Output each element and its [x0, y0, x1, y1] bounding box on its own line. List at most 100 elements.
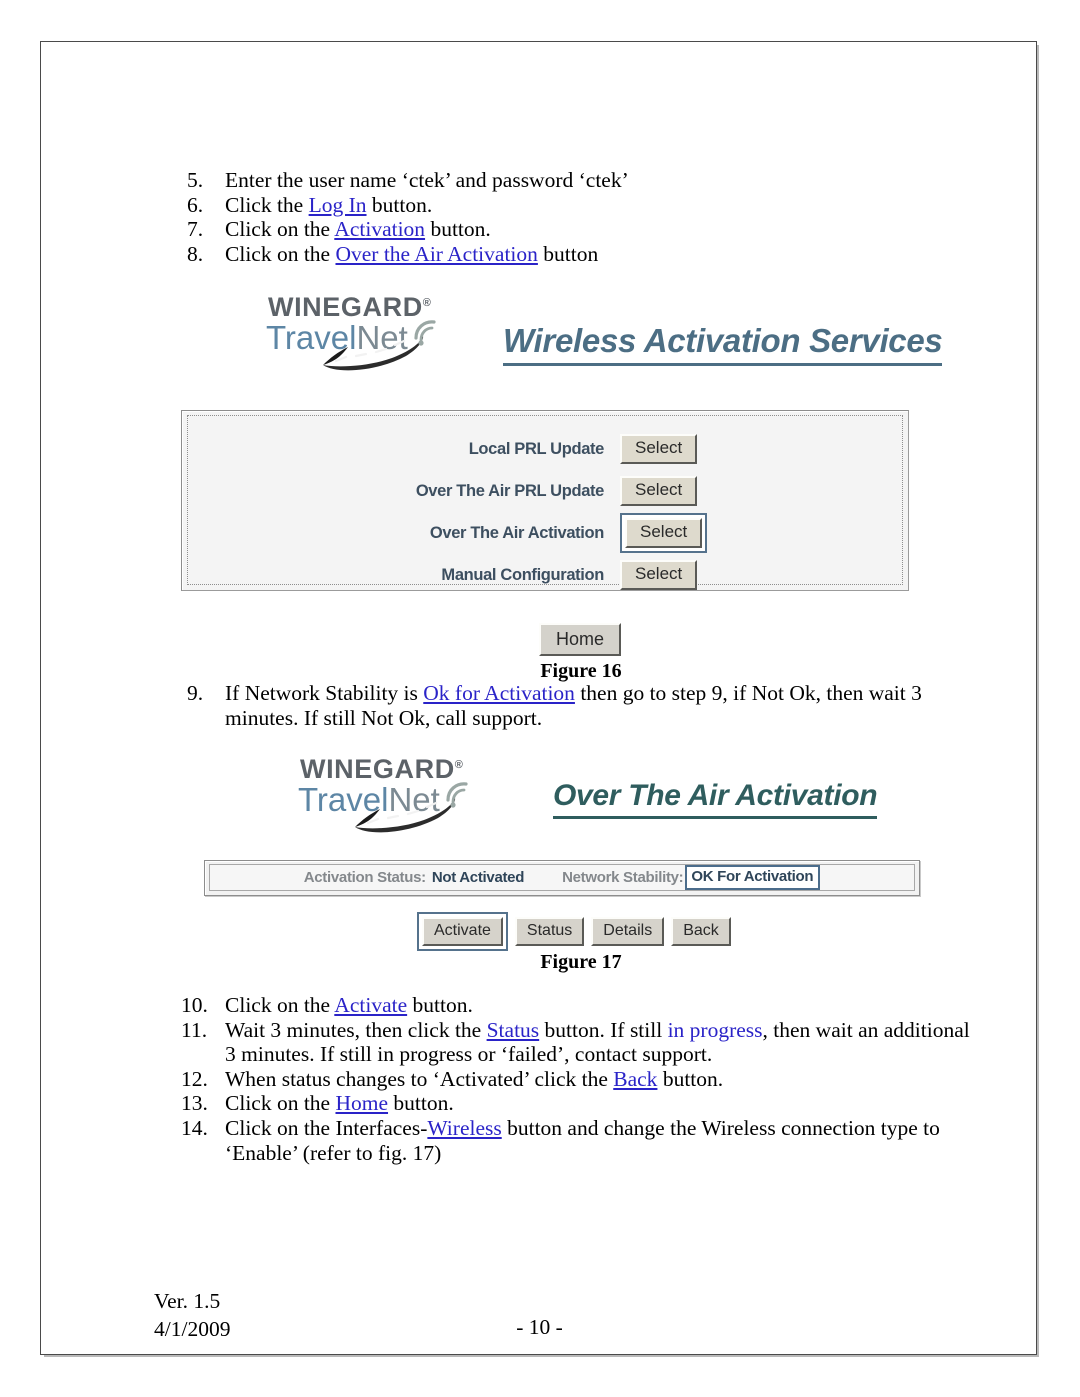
inline-text: button.: [425, 217, 491, 242]
figure-17-caption: Figure 17: [540, 951, 622, 973]
winegard-travelnet-logo-mark: WINEGARD® TravelNet: [266, 292, 481, 374]
footer-page-number: - 10 -: [516, 1315, 563, 1339]
instruction-step: 10. Click on the Activate button.: [181, 993, 981, 1018]
instruction-step-text: Click on the Interfaces-Wireless button …: [225, 1116, 981, 1165]
instruction-step-number: 10.: [181, 993, 208, 1017]
inline-link[interactable]: Activate: [334, 993, 407, 1017]
status-line: Activation Status: Not Activated Network…: [303, 864, 821, 891]
instruction-step-text: Click on the Over the Air Activation but…: [225, 242, 987, 267]
inline-text: button: [537, 241, 599, 266]
instruction-step-number: 12.: [181, 1066, 208, 1091]
page-frame: 5. Enter the user name ‘ctek’ and passwor…: [40, 41, 1037, 1355]
inline-text: Click on the: [225, 217, 335, 242]
instruction-step: 6. Click the Log In button.: [187, 193, 987, 218]
home-button-wrapper: Home: [539, 623, 622, 657]
instruction-step-number: 8.: [187, 241, 204, 266]
figure-16-caption: Figure 16: [540, 660, 622, 682]
activation-status-label: Activation Status:: [303, 869, 426, 886]
inline-text: button.: [366, 192, 433, 217]
instruction-step-number: 7.: [187, 217, 204, 242]
instruction-step: 12. When status changes to ‘Activated’ cl…: [181, 1067, 981, 1092]
inline-link[interactable]: Log In: [309, 193, 367, 217]
inline-text: Wait 3 minutes, then click the: [225, 1017, 487, 1042]
activation-option-label: Manual Configuration: [441, 565, 604, 584]
instruction-step-number: 13.: [181, 1091, 208, 1116]
activation-option-label: Over The Air Activation: [429, 523, 604, 542]
instruction-step: 8. Click on the Over the Air Activation b…: [187, 242, 987, 267]
travelnet-swoosh-and-wifi-icon-2: [355, 782, 468, 833]
inline-text: If Network Stability is: [225, 681, 424, 705]
back-button[interactable]: Back: [671, 917, 731, 946]
inline-link[interactable]: Back: [613, 1067, 657, 1091]
inline-text: button.: [388, 1091, 454, 1116]
inline-link[interactable]: Over the Air Activation: [335, 242, 537, 266]
home-button-shell: Home: [539, 623, 622, 657]
activation-options-list: Local PRL Update Select Over The Air PRL U…: [188, 428, 902, 596]
screen-title-over-the-air-activation: Over The Air Activation: [553, 779, 878, 819]
travelnet-swoosh-and-wifi-icon: [323, 320, 436, 371]
details-button[interactable]: Details: [591, 917, 665, 946]
panel-inner-border: Local PRL Update Select Over The Air PRL U…: [187, 415, 903, 590]
instruction-step-text: Click on the Activation button.: [225, 217, 987, 242]
select-button-focus-ring: Select: [620, 513, 708, 553]
inline-text: Enter the user name ‘ctek’ and password …: [225, 168, 629, 192]
activation-button-row: Activate Status Details Back: [417, 912, 731, 951]
page-content: 5. Enter the user name ‘ctek’ and passwor…: [41, 42, 1038, 1356]
activation-status-value: Not Activated: [431, 869, 525, 886]
select-button-shell: Select: [620, 560, 698, 590]
activation-option-label: Local PRL Update: [468, 439, 605, 458]
activation-status-bar: Activation Status: Not Activated Network…: [204, 860, 920, 896]
instruction-step-number: 5.: [187, 168, 204, 192]
instruction-step-number: 11.: [181, 1017, 208, 1042]
details-button-shell: Details: [591, 917, 665, 946]
instruction-step-text: Click the Log In button.: [225, 193, 987, 218]
activation-option-row: Over The Air Activation Select: [188, 512, 902, 554]
inline-text: When status changes to ‘Activated’ click…: [225, 1066, 614, 1091]
instruction-step-text: Click on the Home button.: [225, 1091, 981, 1116]
instruction-step: 11. Wait 3 minutes, then click the Statu…: [181, 1018, 981, 1067]
select-button[interactable]: Select: [625, 518, 703, 548]
inline-link[interactable]: Wireless: [427, 1116, 501, 1140]
winegard-travelnet-logo-mark-2: WINEGARD® TravelNet: [298, 754, 513, 836]
instruction-step: 7. Click on the Activation button.: [187, 217, 987, 242]
instruction-step-text: When status changes to ‘Activated’ click…: [225, 1067, 981, 1092]
inline-link[interactable]: Status: [487, 1018, 540, 1042]
instruction-step-text: Click on the Activate button.: [225, 993, 981, 1018]
inline-text: Click on the: [225, 993, 335, 1017]
instruction-step: 9. If Network Stability is Ok for Activat…: [187, 681, 977, 730]
home-button[interactable]: Home: [539, 623, 622, 657]
select-button[interactable]: Select: [620, 560, 698, 590]
instruction-step-text: Wait 3 minutes, then click the Status bu…: [225, 1018, 981, 1067]
instruction-list-bottom: 10. Click on the Activate button. 11. Wait…: [181, 993, 981, 1165]
instruction-step-number: 9.: [187, 681, 204, 705]
activation-option-row: Local PRL Update Select: [188, 428, 902, 470]
inline-text: Click the: [225, 192, 309, 217]
inline-link[interactable]: Ok for Activation: [423, 681, 575, 705]
instruction-list-middle: 9. If Network Stability is Ok for Activat…: [187, 681, 977, 730]
activate-button-focus-ring: Activate: [417, 912, 508, 951]
activation-option-row: Manual Configuration Select: [188, 554, 902, 596]
inline-text: Click on the: [225, 241, 336, 266]
instruction-step-number: 6.: [187, 192, 204, 217]
inline-emphasis: in progress: [667, 1017, 763, 1042]
select-button[interactable]: Select: [620, 434, 698, 464]
select-button[interactable]: Select: [620, 476, 698, 506]
footer-version: Ver. 1.5: [154, 1289, 221, 1313]
instruction-step: 5. Enter the user name ‘ctek’ and passwor…: [187, 168, 987, 193]
inline-link[interactable]: Home: [335, 1091, 388, 1115]
activation-services-panel: Local PRL Update Select Over The Air PRL U…: [181, 410, 909, 591]
status-bar-inner: Activation Status: Not Activated Network…: [209, 864, 915, 891]
inline-text: Click on the Interfaces-: [225, 1116, 428, 1141]
instruction-list-top: 5. Enter the user name ‘ctek’ and passwor…: [187, 168, 987, 266]
winegard-travelnet-logo-header-1: WINEGARD® TravelNet Wireless Activation …: [266, 292, 943, 374]
status-button[interactable]: Status: [514, 917, 585, 946]
instruction-step-text: Enter the user name ‘ctek’ and password …: [225, 168, 987, 193]
network-stability-label: Network Stability:: [562, 869, 684, 886]
activate-button[interactable]: Activate: [422, 917, 503, 946]
inline-text: Click on the: [225, 1091, 336, 1116]
back-button-shell: Back: [671, 917, 731, 946]
inline-link[interactable]: Activation: [334, 217, 425, 241]
network-stability-value-highlighted: OK For Activation: [685, 864, 821, 891]
status-button-shell: Status: [514, 917, 585, 946]
inline-text: button. If still: [539, 1017, 668, 1042]
